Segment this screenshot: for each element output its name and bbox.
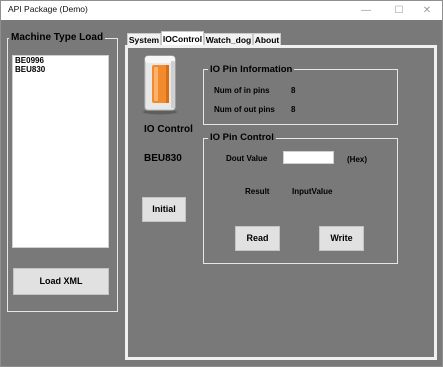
list-item[interactable]: BEU830 xyxy=(13,65,108,74)
io-pin-info-title: IO Pin Information xyxy=(208,64,295,75)
out-pins-value: 8 xyxy=(291,105,296,114)
input-value-label: InputValue xyxy=(292,187,333,196)
result-label: Result xyxy=(245,187,270,196)
in-pins-label: Num of in pins xyxy=(214,86,270,95)
io-pin-info-group xyxy=(203,69,398,125)
io-control-title: IO Control xyxy=(144,124,193,135)
read-button[interactable]: Read xyxy=(235,226,280,251)
initial-button[interactable]: Initial xyxy=(142,197,186,222)
dout-value-label: Dout Value xyxy=(226,154,268,163)
io-pin-control-title: IO Pin Control xyxy=(208,132,276,143)
machine-type-group-title: Machine Type Load xyxy=(9,32,106,43)
out-pins-label: Num of out pins xyxy=(214,105,275,114)
machine-model-label: BEU830 xyxy=(144,153,182,164)
hex-label: (Hex) xyxy=(347,155,368,164)
machine-list[interactable]: BE0996 BEU830 xyxy=(12,55,109,248)
maximize-button[interactable]: ☐ xyxy=(384,1,414,20)
list-item[interactable]: BE0996 xyxy=(13,56,108,65)
in-pins-value: 8 xyxy=(291,86,296,95)
minimize-button[interactable]: — xyxy=(351,1,381,20)
close-button[interactable]: ✕ xyxy=(412,1,442,20)
title-bar: API Package (Demo) — ☐ ✕ xyxy=(1,1,442,20)
dout-value-input[interactable] xyxy=(283,151,334,164)
app-window: API Package (Demo) — ☐ ✕ Machine Type Lo… xyxy=(0,0,443,367)
io-module-icon xyxy=(143,55,177,115)
load-xml-button[interactable]: Load XML xyxy=(13,268,109,295)
window-title: API Package (Demo) xyxy=(8,4,88,14)
tab-iocontrol[interactable]: IOControl xyxy=(161,31,204,46)
write-button[interactable]: Write xyxy=(319,226,364,251)
